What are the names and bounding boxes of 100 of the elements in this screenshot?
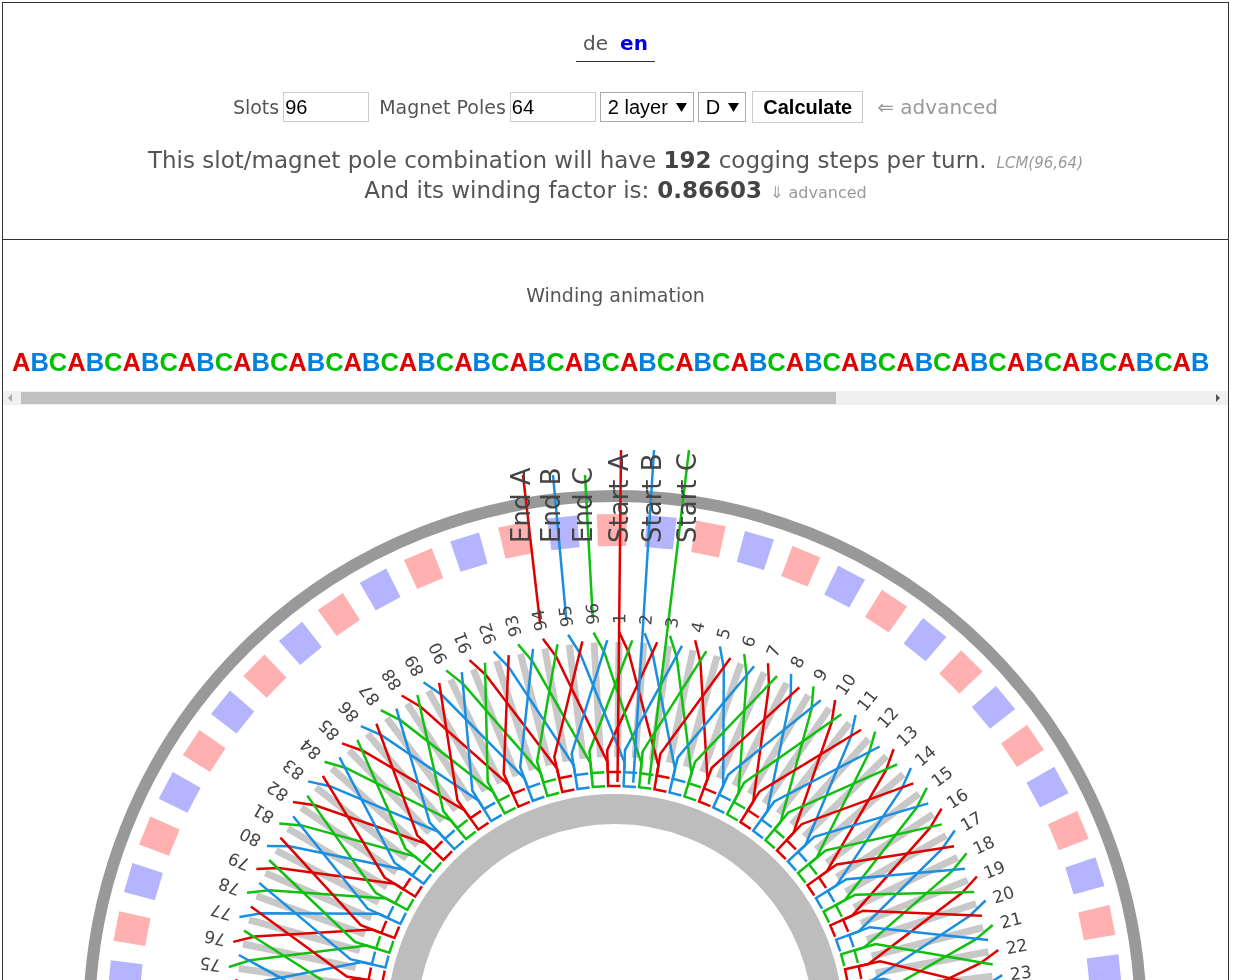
slot-number: 6	[737, 632, 760, 650]
phase-letter: A	[619, 348, 639, 376]
slot-number: 78	[215, 873, 243, 900]
phase-letter: A	[841, 348, 860, 376]
layer-select[interactable]: 2 layer	[599, 92, 694, 122]
phase-letter: A	[398, 348, 418, 376]
lead-label: Start B	[637, 453, 667, 543]
phase-letter: C	[380, 348, 399, 376]
lead-label: Start A	[604, 453, 634, 543]
phase-letter: B	[527, 348, 547, 376]
scrollbar[interactable]	[3, 391, 1228, 405]
slot-number: 19	[980, 856, 1009, 883]
cogging-text: This slot/magnet pole combination will have 192 cogging steps per turn.	[148, 147, 987, 173]
phase-letter: B	[1080, 348, 1099, 376]
slot-number: 92	[474, 620, 501, 647]
phase-letter: A	[509, 348, 528, 376]
phase-letter: C	[104, 348, 123, 376]
phase-letter: A	[177, 348, 197, 376]
slots-input[interactable]: 96	[283, 92, 370, 122]
phase-letter: B	[472, 348, 491, 376]
slot-number: 95	[554, 604, 578, 629]
phase-letter: C	[269, 348, 289, 376]
phase-letter: A	[67, 348, 86, 376]
phase-letter: B	[251, 348, 270, 376]
connection-select[interactable]: D	[697, 92, 747, 122]
phase-letter: A	[896, 348, 915, 376]
language-link[interactable]: en	[620, 31, 648, 55]
lead-label: End B	[536, 467, 566, 543]
phase-letter: B	[1135, 348, 1155, 376]
phase-letter: B	[306, 348, 326, 376]
magnet-poles-label: Magnet Poles	[379, 96, 506, 118]
slot-number: 20	[990, 881, 1017, 908]
phase-letter: B	[1025, 348, 1044, 376]
phase-letter: B	[30, 348, 49, 376]
phase-letter: B	[748, 348, 768, 376]
phase-letter: C	[767, 348, 786, 376]
slot-number: 8	[785, 652, 809, 672]
calculate-button[interactable]: Calculate	[752, 91, 864, 123]
phase-letter: B	[85, 348, 105, 376]
winding-factor-label: And its winding factor is:	[364, 177, 650, 203]
phase-letter: B	[693, 348, 713, 376]
slot-number: 75	[198, 952, 223, 976]
phase-letter: C	[546, 348, 565, 376]
phase-letter: C	[214, 348, 234, 376]
phase-letter: A	[12, 348, 31, 376]
phase-letter: C	[988, 348, 1007, 376]
phase-letter: C	[48, 348, 68, 376]
phase-letter: C	[712, 348, 731, 376]
slot-number: 93	[500, 613, 526, 639]
phase-letter: A	[951, 348, 970, 376]
language-link[interactable]: de	[583, 31, 609, 55]
phase-letter: A	[1062, 348, 1081, 376]
slot-number: 2	[635, 613, 656, 626]
phase-letter: C	[1154, 348, 1173, 376]
slot-number: 77	[208, 899, 235, 925]
slot-number: 23	[1008, 961, 1033, 980]
caret-icon	[728, 102, 740, 112]
slot-number: 76	[202, 926, 228, 951]
slot-number: 91	[449, 628, 476, 657]
phase-letter: B	[196, 348, 215, 376]
slot-number: 9	[809, 665, 832, 685]
phase-letter: B	[583, 348, 602, 376]
slots-label: Slots	[232, 96, 280, 118]
slot-number: 94	[527, 607, 552, 633]
phase-letter: C	[601, 348, 620, 376]
lead-label: End C	[568, 467, 598, 543]
slot-number: 1	[609, 613, 630, 625]
phase-letter: A	[343, 348, 362, 376]
phase-letter: C	[325, 348, 344, 376]
phase-letter: C	[933, 348, 952, 376]
magnet-poles-input[interactable]: 64	[509, 92, 596, 122]
phase-letter: B	[417, 348, 436, 376]
phase-letter: C	[435, 348, 455, 376]
phase-letter: A	[1117, 348, 1136, 376]
lead-label: End A	[506, 467, 536, 543]
phase-letter: C	[1098, 348, 1118, 376]
phase-letter: C	[877, 348, 897, 376]
phase-letter: B	[859, 348, 878, 376]
slot-number: 5	[712, 625, 735, 642]
phase-letter: C	[490, 348, 510, 376]
phase-letter: B	[638, 348, 657, 376]
phase-letter: A	[564, 348, 584, 376]
phase-letter: A	[122, 348, 141, 376]
slot-number: 96	[581, 602, 604, 626]
phase-letter: B	[140, 348, 160, 376]
phase-letter: C	[656, 348, 676, 376]
phase-letter: A	[1172, 348, 1191, 376]
slot-number: 4	[686, 619, 709, 635]
slot-number: 7	[762, 642, 785, 660]
phase-letter: A	[1006, 348, 1026, 376]
phase-letter: A	[233, 348, 252, 376]
phase-letter: B	[362, 348, 381, 376]
phase-letter: B	[804, 348, 823, 376]
phase-letter: B	[1191, 348, 1210, 376]
phase-letter: A	[288, 348, 307, 376]
phase-letter: A	[785, 348, 805, 376]
slot-number: 3	[661, 615, 683, 630]
lead-label: Start C	[672, 453, 702, 543]
phase-letter: B	[969, 348, 989, 376]
winding-factor-value: 0.86603	[657, 177, 763, 203]
